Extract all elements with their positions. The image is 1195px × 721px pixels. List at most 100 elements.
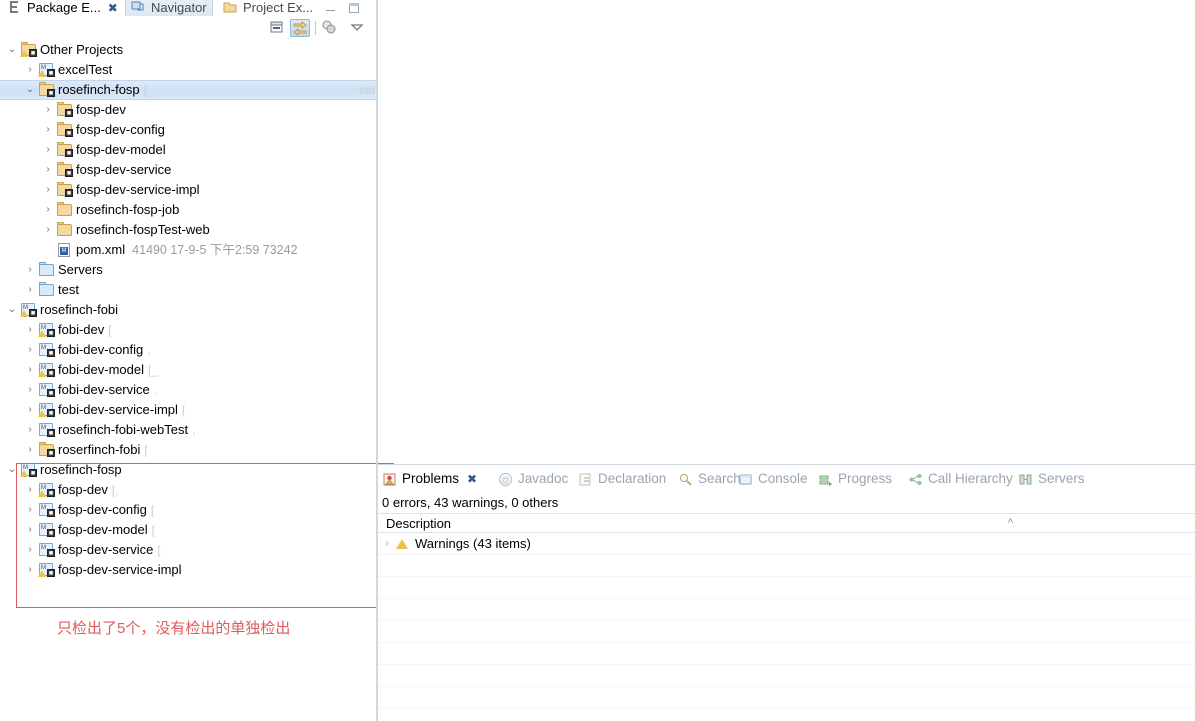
tab-servers[interactable]: Servers [1018,469,1085,489]
chevron-right-icon[interactable]: › [40,120,56,140]
tab-javadoc[interactable]: @ Javadoc [498,469,568,489]
minimize-button[interactable] [325,2,338,14]
tree-row-label: rosefinch-fospTest-web [76,222,210,237]
tree-row-label: fosp-dev-config [76,122,165,137]
tree-row[interactable]: ⌄ ■ rosefinch-fosp [_ set [0,80,377,100]
chevron-right-icon[interactable]: › [40,160,56,180]
tab-project-explorer[interactable]: Project Ex... [218,0,318,16]
tree-row[interactable]: › ■ fosp-dev-service-impl [0,180,377,200]
maven-project-icon: M ■ [39,503,55,517]
chevron-right-icon[interactable]: › [22,540,38,560]
tree-row-label: fobi-dev [58,322,105,337]
chevron-right-icon[interactable]: › [22,520,38,540]
link-with-editor-button[interactable] [290,19,310,37]
tree-row[interactable]: › M ■ fosp-dev-service[ [0,540,377,560]
chevron-right-icon[interactable]: › [22,360,38,380]
chevron-right-icon[interactable]: › [378,538,396,549]
tree-row[interactable]: ›Mpom.xml 41490 17-9-5 下午2:59 73242 [0,240,377,260]
chevron-right-icon[interactable]: › [22,560,38,580]
tree-row-label: rosefinch-fosp-job [76,202,180,217]
collapse-all-button[interactable] [268,19,288,37]
close-icon[interactable]: ✖ [108,0,118,16]
tab-package-explorer[interactable]: Package E... ✖ [2,0,123,16]
chevron-right-icon[interactable]: › [22,500,38,520]
tab-problems[interactable]: Problems ✖ [382,469,477,489]
tree-row[interactable]: ⌄ M ■ rosefinch-fobi [0,300,377,320]
tab-declaration[interactable]: Declaration [578,469,666,489]
tree-row-label: Other Projects [40,42,124,57]
chevron-up-icon[interactable]: ^ [1008,517,1013,529]
view-menu-button[interactable] [348,19,368,37]
console-icon [738,472,753,487]
tree-row[interactable]: › M ■ fobi-dev[ [0,320,377,340]
tree-row[interactable]: › ■ fosp-dev-service [0,160,377,180]
tab-search[interactable]: Search [678,469,741,489]
chevron-right-icon[interactable]: › [22,420,38,440]
chevron-right-icon[interactable]: › [40,100,56,120]
chevron-down-icon[interactable]: ⌄ [4,300,20,320]
chevron-right-icon[interactable]: › [22,260,38,280]
tree-row-trailing-ghost: set [358,83,375,97]
tree-row[interactable]: › test [0,280,377,300]
view-filter-button[interactable] [320,19,340,37]
tree-row[interactable]: › M ■ fosp-dev [, [0,480,377,500]
tree-row-label: roserfinch-fobi [58,442,141,457]
chevron-right-icon[interactable]: › [40,180,56,200]
chevron-right-icon[interactable]: › [40,220,56,240]
chevron-right-icon[interactable]: › [22,400,38,420]
tree-row[interactable]: ⌄ ■ Other Projects [0,40,377,60]
maximize-button[interactable] [348,2,361,14]
tree-row[interactable]: › M ■ excelTest [0,60,377,80]
chevron-right-icon[interactable]: › [22,280,38,300]
tab-label: Progress [838,471,893,486]
tree-row[interactable]: › M ■ fosp-dev-model[ [0,520,377,540]
tab-label: Call Hierarchy [928,471,1013,486]
tree-row[interactable]: › M ■ fobi-dev-model [_ [0,360,377,380]
tab-label: Problems [402,471,460,486]
problems-row[interactable]: › Warnings (43 items) [378,533,1195,555]
chevron-down-icon[interactable]: ⌄ [4,460,20,480]
tree-row[interactable]: › ■ fosp-dev-config [0,120,377,140]
folder-module-icon: ■ [38,82,56,98]
tree-row[interactable]: › Servers [0,260,377,280]
chevron-right-icon[interactable]: › [22,440,38,460]
column-description[interactable]: Description [386,515,451,533]
tree-row[interactable]: › M ■ fobi-dev-service. [0,380,377,400]
tree-row[interactable]: › ■ roserfinch-fobi[ [0,440,377,460]
tree-row[interactable]: › rosefinch-fospTest-web [0,220,377,240]
folder-module-icon: ■ [56,142,74,158]
close-icon[interactable]: ✖ [467,469,477,489]
chevron-down-icon[interactable]: ⌄ [22,80,38,100]
chevron-right-icon[interactable]: › [22,340,38,360]
blue-folder-icon [38,282,56,298]
problems-empty-row [378,643,1195,665]
tree-row[interactable]: › rosefinch-fosp-job [0,200,377,220]
folder-module-icon: ■ [56,122,74,138]
tree-row[interactable]: › M ■ fosp-dev-service-impl [0,560,377,580]
tree-row[interactable]: › M ■ fobi-dev-service-impl[ [0,400,377,420]
tree-row-label: rosefinch-fobi-webTest [58,422,189,437]
chevron-right-icon[interactable]: › [22,380,38,400]
tab-progress[interactable]: Progress [818,469,892,489]
chevron-right-icon[interactable]: › [22,320,38,340]
tab-label: Search [698,471,741,486]
tab-call-hierarchy[interactable]: Call Hierarchy [908,469,1013,489]
chevron-down-icon[interactable]: ⌄ [4,40,20,60]
problems-rows[interactable]: › Warnings (43 items) [378,533,1195,721]
problems-column-header[interactable]: Description ^ [378,513,1195,533]
chevron-right-icon[interactable]: › [22,60,38,80]
chevron-right-icon[interactable]: › [22,480,38,500]
chevron-right-icon[interactable]: › [40,140,56,160]
tree-row[interactable]: › M ■ fobi-dev-config, [0,340,377,360]
tree-row-label: fosp-dev [58,482,108,497]
chevron-right-icon[interactable]: › [40,200,56,220]
tree-row-label: test [58,282,79,297]
tree-row[interactable]: › M ■ fosp-dev-config[ [0,500,377,520]
tree-row[interactable]: › ■ fosp-dev-model [0,140,377,160]
tree-row[interactable]: › ■ fosp-dev [0,100,377,120]
tab-label: Servers [1038,471,1085,486]
tab-console[interactable]: Console [738,469,808,489]
tab-navigator[interactable]: Navigator [125,0,213,16]
tree-row[interactable]: ⌄ M ■ rosefinch-fosp [0,460,377,480]
tree-row[interactable]: › M ■ rosefinch-fobi-webTest, [0,420,377,440]
